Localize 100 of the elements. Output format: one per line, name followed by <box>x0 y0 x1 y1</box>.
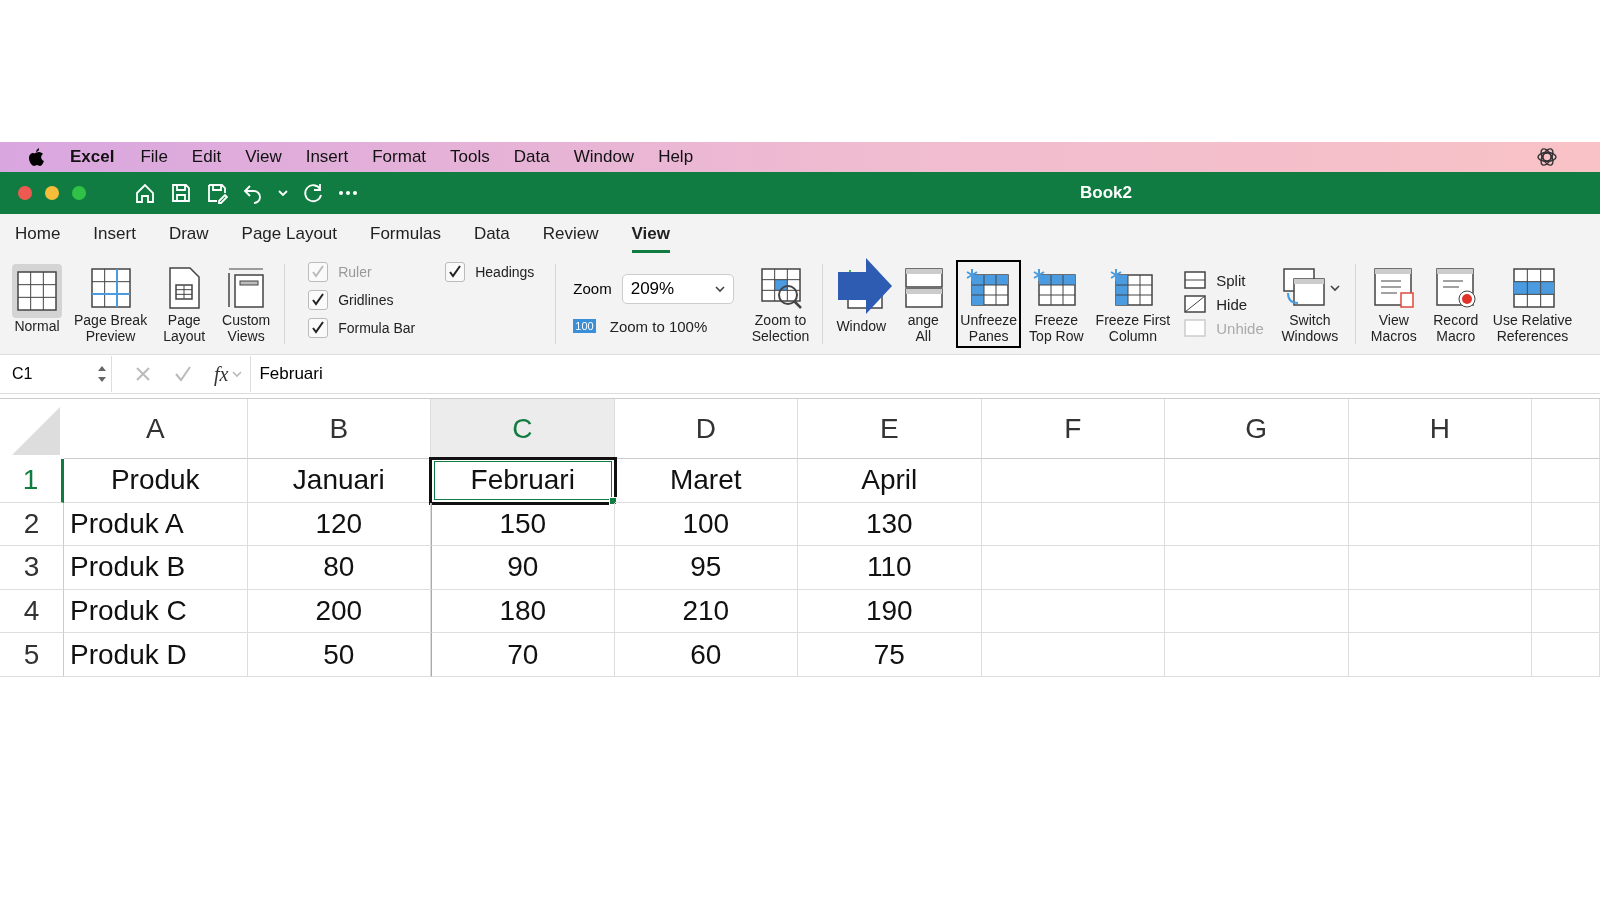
more-icon[interactable] <box>338 190 358 196</box>
ribbon-button[interactable]: Record Macro <box>1426 260 1485 348</box>
table-cell[interactable] <box>981 633 1165 677</box>
menu-item[interactable]: Insert <box>293 147 361 167</box>
table-cell[interactable] <box>981 546 1165 590</box>
ribbon-tab[interactable]: Draw <box>168 215 209 253</box>
checkbox[interactable] <box>445 262 466 282</box>
table-cell[interactable]: 100 <box>614 502 798 547</box>
table-cell[interactable] <box>1532 502 1600 547</box>
table-cell[interactable] <box>1165 546 1349 590</box>
table-cell[interactable] <box>981 502 1165 547</box>
column-header[interactable]: H <box>1348 399 1532 459</box>
table-cell[interactable] <box>981 459 1165 503</box>
table-cell[interactable] <box>1348 589 1532 634</box>
ribbon-button[interactable]: Freeze First Column <box>1091 260 1175 348</box>
formula-field[interactable]: Februari <box>250 356 1600 392</box>
table-cell[interactable] <box>1165 589 1349 634</box>
minimize-button[interactable] <box>45 186 59 200</box>
table-cell[interactable] <box>1532 546 1600 590</box>
table-cell[interactable]: 150 <box>431 502 615 547</box>
table-cell[interactable]: 80 <box>247 546 431 590</box>
function-button[interactable]: fx <box>214 362 229 386</box>
table-cell[interactable] <box>1165 502 1349 547</box>
ribbon-button[interactable]: Freeze Top Row <box>1025 260 1088 348</box>
table-cell[interactable] <box>1348 633 1532 677</box>
table-cell[interactable]: 180 <box>431 589 615 634</box>
save-edit-icon[interactable] <box>206 182 228 204</box>
table-cell[interactable]: Maret <box>614 459 798 503</box>
table-cell[interactable]: Produk D <box>64 633 248 677</box>
table-cell[interactable]: Januari <box>247 459 431 503</box>
ribbon-button[interactable]: Unfreeze Panes <box>956 260 1022 348</box>
table-cell[interactable]: Produk B <box>64 546 248 590</box>
zoom-to-100-button[interactable]: 100 Zoom to 100% <box>573 317 734 335</box>
ribbon-tab[interactable]: Review <box>542 215 599 253</box>
table-cell[interactable]: 50 <box>247 633 431 677</box>
checkbox-label[interactable]: Formula Bar <box>338 320 416 336</box>
table-cell[interactable]: 90 <box>431 546 615 590</box>
column-header[interactable]: D <box>614 399 798 459</box>
table-cell[interactable] <box>1165 459 1349 503</box>
ribbon-button[interactable]: Custom Views <box>217 260 276 348</box>
table-cell[interactable]: 70 <box>431 633 615 677</box>
table-cell[interactable]: 210 <box>614 589 798 634</box>
table-cell[interactable]: 120 <box>247 502 431 547</box>
checkbox[interactable] <box>308 290 329 310</box>
table-cell[interactable]: 95 <box>614 546 798 590</box>
table-cell[interactable]: Produk A <box>64 502 248 547</box>
column-header[interactable]: G <box>1165 399 1349 459</box>
table-cell[interactable]: 190 <box>798 589 982 634</box>
home-icon[interactable] <box>134 182 156 204</box>
menu-item[interactable]: File <box>128 147 180 167</box>
row-header[interactable]: 4 <box>0 589 64 634</box>
ribbon-button[interactable]: Page Layout <box>155 260 214 348</box>
menu-item[interactable]: View <box>233 147 294 167</box>
menu-item[interactable]: Tools <box>438 147 502 167</box>
redo-icon[interactable] <box>302 182 324 204</box>
name-box[interactable]: C1 <box>0 356 112 392</box>
undo-icon[interactable] <box>242 182 264 204</box>
table-cell[interactable] <box>1348 502 1532 547</box>
menu-item[interactable]: Help <box>646 147 706 167</box>
table-cell[interactable]: Produk <box>64 459 248 503</box>
table-cell[interactable]: Produk C <box>64 589 248 634</box>
table-cell[interactable]: 130 <box>798 502 982 547</box>
table-cell[interactable] <box>1348 546 1532 590</box>
zoom-dropdown[interactable]: 209% <box>621 273 734 304</box>
table-cell[interactable] <box>1532 589 1600 634</box>
ribbon-tab[interactable]: Home <box>15 215 61 253</box>
menu-item[interactable]: Window <box>561 147 647 167</box>
ribbon-button[interactable]: Hide <box>1184 295 1264 313</box>
menu-item[interactable]: Excel <box>70 147 129 167</box>
ribbon-tab[interactable]: Insert <box>93 215 136 253</box>
table-cell[interactable]: 200 <box>247 589 431 634</box>
table-cell[interactable]: 75 <box>798 633 982 677</box>
check-icon[interactable] <box>174 365 192 383</box>
ribbon-button[interactable]: Zoom to Selection <box>747 260 814 348</box>
swirl-icon[interactable] <box>1536 146 1558 168</box>
table-cell[interactable] <box>1532 633 1600 677</box>
row-header[interactable]: 3 <box>0 546 64 590</box>
ribbon-button[interactable]: Page Break Preview <box>70 260 152 348</box>
checkbox-label[interactable]: Headings <box>475 264 535 280</box>
table-cell[interactable]: Februari <box>431 459 615 503</box>
ribbon-button[interactable]: Split <box>1184 271 1264 289</box>
table-cell[interactable] <box>1348 459 1532 503</box>
column-header[interactable]: F <box>981 399 1165 459</box>
ribbon-button[interactable]: Use Relative References <box>1488 260 1577 348</box>
ribbon-button[interactable]: ange All <box>894 260 953 348</box>
save-icon[interactable] <box>170 182 192 204</box>
menu-item[interactable]: Format <box>360 147 439 167</box>
row-header[interactable]: 2 <box>0 502 64 547</box>
table-cell[interactable]: 110 <box>798 546 982 590</box>
column-header[interactable]: E <box>798 399 982 459</box>
zoom-button[interactable] <box>72 186 86 200</box>
column-header[interactable]: C <box>431 399 615 459</box>
ribbon-button[interactable]: Switch Windows <box>1273 260 1346 348</box>
table-cell[interactable]: 60 <box>614 633 798 677</box>
table-cell[interactable] <box>1532 459 1600 503</box>
table-cell[interactable] <box>1165 633 1349 677</box>
row-header[interactable]: 5 <box>0 633 64 677</box>
checkbox-label[interactable]: Gridlines <box>338 292 394 308</box>
fill-handle[interactable] <box>608 496 617 505</box>
column-header[interactable] <box>1532 399 1600 459</box>
